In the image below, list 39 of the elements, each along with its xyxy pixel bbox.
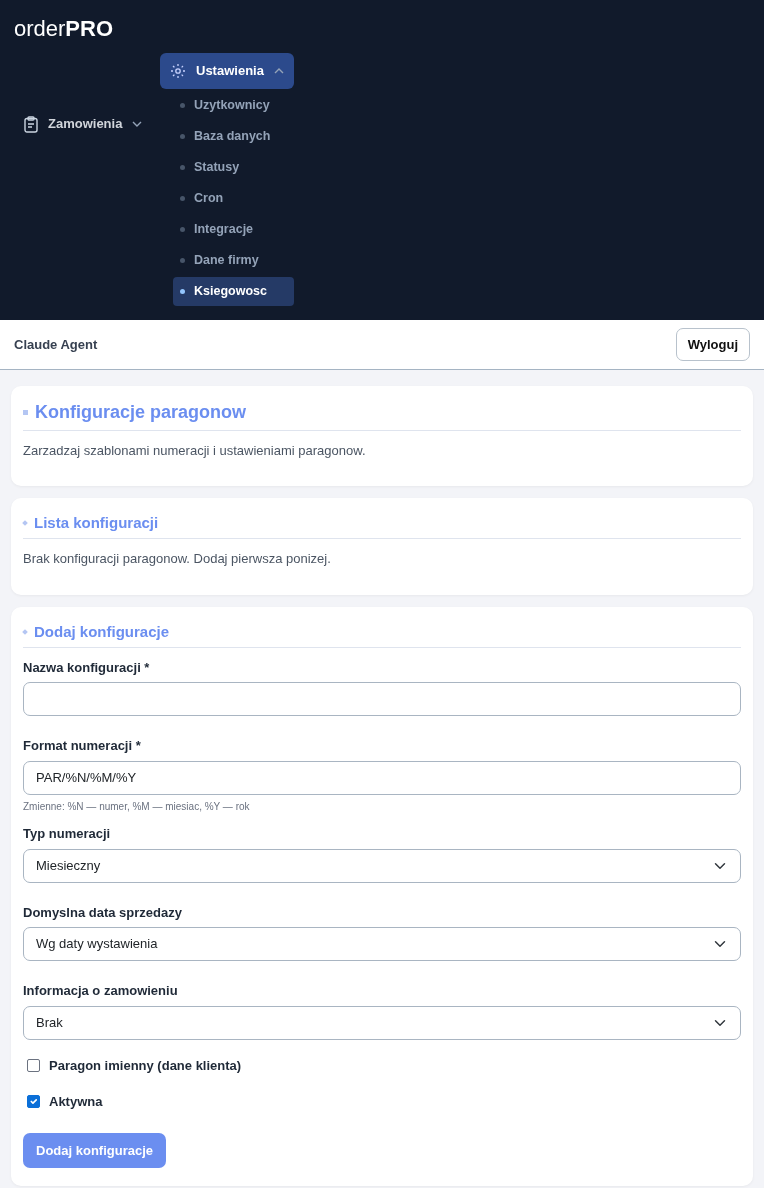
submenu-item[interactable]: Uzytkownicy [173,91,294,120]
clipboard-icon [24,115,38,133]
chevron-down-icon [132,121,143,127]
bullet-icon [22,520,28,526]
select-field[interactable]: Brak [23,1005,741,1040]
field-hint: Zmienne: %N — numer, %M — miesiac, %Y — rok [23,799,250,814]
nav-menu-item[interactable]: Ustawienia [160,53,294,89]
checkbox[interactable] [27,1058,40,1072]
field-label: Nazwa konfiguracji * [23,658,151,677]
logout-button[interactable]: Wyloguj [675,327,750,362]
field-label: Format numeracji * [23,737,142,756]
submenu-item[interactable]: Baza danych [173,122,294,151]
checkbox[interactable] [27,1095,40,1109]
settings-icon [170,63,186,79]
field-label: Informacja o zamowieniu [23,982,179,1001]
card-title: Lista konfiguracji [34,514,159,533]
bullet-icon [23,410,28,416]
submenu-item[interactable]: Statusy [173,153,294,182]
nav-menu-item[interactable]: Zamowienia [14,106,142,142]
submenu-item[interactable]: Ksiegowosc [173,277,294,306]
submenu-item[interactable]: Integracje [173,215,294,244]
chevron-up-icon [273,68,284,74]
user-name: Claude Agent [14,335,98,354]
card-title: Konfiguracje paragonow [35,402,247,424]
card-title: Dodaj konfiguracje [34,622,170,641]
bullet-icon [22,628,28,635]
checkbox-label: Paragon imienny (dane klienta) [49,1056,242,1075]
input-field[interactable] [23,682,741,717]
checkbox-label: Aktywna [49,1093,103,1112]
select-field[interactable]: Miesieczny [23,848,741,883]
card-description: Brak konfiguracji paragonow. Dodaj pierwsza ponizej. [23,550,332,569]
field-label: Typ numeracji [23,825,112,844]
select-field[interactable]: Wg daty wystawienia [23,927,741,962]
submenu-item[interactable]: Cron [173,184,294,213]
card-description: Zarzadzaj szablonami numeracji i ustawieniami paragonow. [23,441,367,460]
logo: orderPRO [14,16,114,42]
input-field[interactable]: PAR/%N/%M/%Y [23,760,741,795]
submenu-item[interactable]: Dane firmy [173,246,294,275]
field-label: Domyslna data sprzedazy [23,903,183,922]
